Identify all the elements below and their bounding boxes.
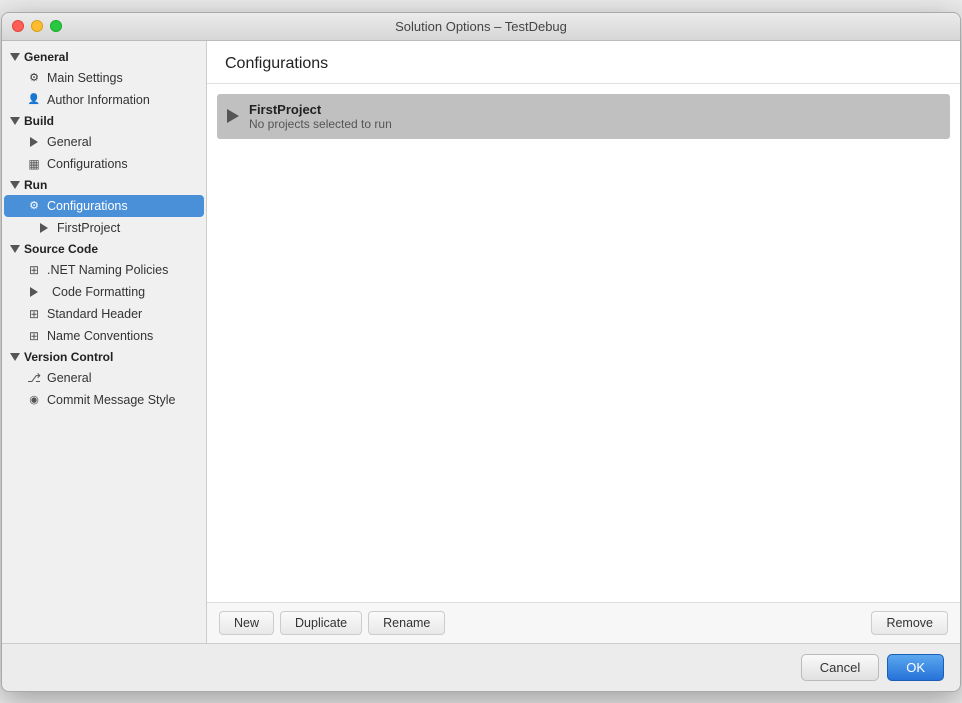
config-item-firstproject[interactable]: FirstProject No projects selected to run [217,94,950,139]
sidebar-section-general[interactable]: General [2,47,206,67]
arrow-down-icon-sc [10,244,20,254]
sidebar-section-version-control[interactable]: Version Control [2,347,206,367]
commit-icon [26,392,42,408]
config-item-info: FirstProject No projects selected to run [249,102,392,131]
sidebar-section-source-code[interactable]: Source Code [2,239,206,259]
arrow-down-icon-vc [10,352,20,362]
sidebar-item-vc-general[interactable]: General [4,367,204,389]
window-title: Solution Options – TestDebug [395,19,567,34]
sidebar-item-commit-message-style-label: Commit Message Style [47,393,176,407]
grid-icon [26,156,42,172]
arrow-down-icon-run [10,180,20,190]
remove-button[interactable]: Remove [871,611,948,635]
main-content: General Main Settings Author Information… [2,41,960,643]
sidebar-item-author-information[interactable]: Author Information [4,89,204,111]
sidebar-section-run-label: Run [24,178,47,192]
grid2-icon [26,262,42,278]
sidebar-item-standard-header-label: Standard Header [47,307,142,321]
sidebar-section-build[interactable]: Build [2,111,206,131]
gear-icon [26,70,42,86]
sidebar-item-run-configurations[interactable]: ⚙ Configurations [4,195,204,217]
sidebar-item-name-conventions-label: Name Conventions [47,329,153,343]
new-button[interactable]: New [219,611,274,635]
sidebar-item-code-formatting-label: Code Formatting [52,285,145,299]
rename-button[interactable]: Rename [368,611,445,635]
minimize-button[interactable] [31,20,43,32]
sidebar-item-firstproject-label: FirstProject [57,221,120,235]
content-title: Configurations [207,41,960,84]
sidebar-item-firstproject[interactable]: FirstProject [4,217,204,239]
grid2-icon-sh [26,306,42,322]
sidebar-section-version-control-label: Version Control [24,350,113,364]
close-button[interactable] [12,20,24,32]
sidebar-item-main-settings[interactable]: Main Settings [4,67,204,89]
content-area: Configurations FirstProject No projects … [207,41,960,643]
grid2-icon-nc [26,328,42,344]
config-name: FirstProject [249,102,392,117]
sidebar: General Main Settings Author Information… [2,41,207,643]
sidebar-item-vc-general-label: General [47,371,91,385]
triangle-grid-icon [26,284,42,300]
gear-run-icon: ⚙ [26,198,42,214]
sidebar-item-commit-message-style[interactable]: Commit Message Style [4,389,204,411]
sidebar-section-source-code-label: Source Code [24,242,98,256]
sidebar-item-naming-policies-label: .NET Naming Policies [47,263,168,277]
sidebar-item-author-information-label: Author Information [47,93,150,107]
branch-icon [26,370,42,386]
footer: Cancel OK [2,643,960,691]
window-controls [12,20,62,32]
sidebar-item-main-settings-label: Main Settings [47,71,123,85]
ok-button[interactable]: OK [887,654,944,681]
arrow-down-icon-build [10,116,20,126]
sidebar-section-run[interactable]: Run [2,175,206,195]
sidebar-item-build-general-label: General [47,135,91,149]
content-toolbar: New Duplicate Rename Remove [207,602,960,643]
sidebar-item-build-configurations-label: Configurations [47,157,128,171]
sidebar-section-build-label: Build [24,114,54,128]
sidebar-item-code-formatting[interactable]: Code Formatting [4,281,204,303]
sidebar-item-build-configurations[interactable]: Configurations [4,153,204,175]
sidebar-item-name-conventions[interactable]: Name Conventions [4,325,204,347]
arrow-down-icon [10,52,20,62]
sidebar-item-standard-header[interactable]: Standard Header [4,303,204,325]
triangle-right-icon [26,134,42,150]
sidebar-item-build-general[interactable]: General [4,131,204,153]
play-icon [227,109,239,123]
sidebar-item-run-configurations-label: Configurations [47,199,128,213]
cancel-button[interactable]: Cancel [801,654,879,681]
triangle-right-fp-icon [36,220,52,236]
sidebar-section-general-label: General [24,50,69,64]
maximize-button[interactable] [50,20,62,32]
user-icon [26,92,42,108]
config-list: FirstProject No projects selected to run [207,84,960,602]
sidebar-item-naming-policies[interactable]: .NET Naming Policies [4,259,204,281]
config-desc: No projects selected to run [249,117,392,131]
titlebar: Solution Options – TestDebug [2,13,960,41]
duplicate-button[interactable]: Duplicate [280,611,362,635]
main-window: Solution Options – TestDebug General Mai… [1,12,961,692]
